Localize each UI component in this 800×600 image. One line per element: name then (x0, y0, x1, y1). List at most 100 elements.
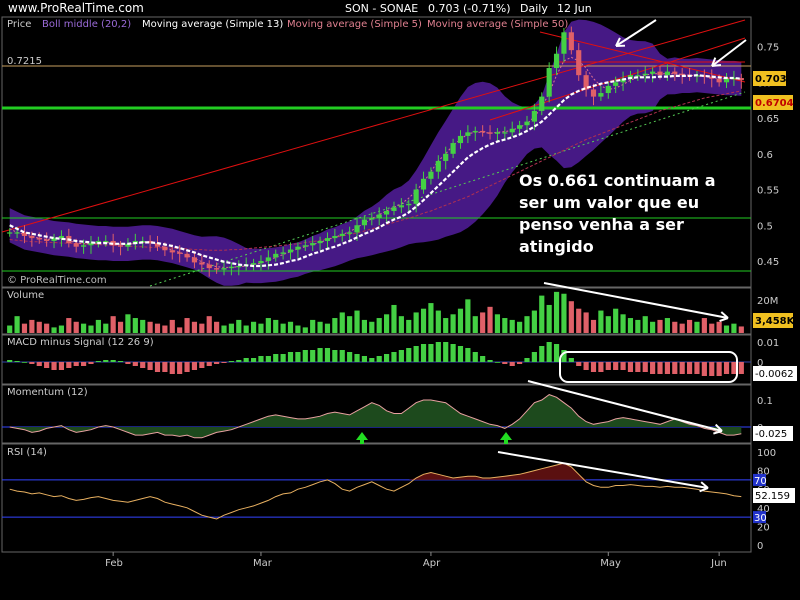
macd-bar (95, 361, 101, 362)
volume-bar (361, 319, 368, 333)
candle-body (14, 232, 20, 234)
macd-bar (236, 360, 242, 362)
macd-bar (472, 352, 478, 362)
price-badge: 0.703 (755, 74, 787, 85)
candle-body (81, 245, 87, 247)
volume-bar (332, 318, 338, 333)
volume-bar (723, 325, 730, 333)
legend-momentum: Momentum (12) (7, 387, 88, 398)
macd-bar (132, 362, 138, 366)
ticker-label: SON - SONAE (345, 2, 418, 15)
macd-bar (457, 346, 464, 362)
macd-bar (66, 362, 72, 368)
macd-badge: -0.0062 (755, 369, 794, 380)
candle-body (487, 132, 493, 134)
macd-bar (21, 362, 28, 363)
volume-bar (44, 323, 50, 333)
candle-body (295, 246, 301, 250)
price-panel: 0.450.50.550.60.650.70.75 (1, 19, 779, 287)
macd-bar (117, 361, 124, 362)
macd-bar (443, 342, 449, 362)
candle-body (635, 75, 641, 77)
candle-body (58, 235, 65, 239)
macd-bar (502, 362, 508, 364)
volume-bar (214, 321, 220, 333)
macd-bar (228, 361, 234, 362)
candle-body (7, 232, 13, 234)
macd-bar (627, 362, 634, 372)
candle-body (539, 96, 545, 111)
macd-bar (44, 362, 50, 368)
volume-bar (546, 304, 552, 333)
volume-tick-20m: 20M (757, 296, 778, 307)
macd-bar (258, 356, 264, 362)
macd-bar (214, 362, 220, 364)
macd-bar (36, 362, 42, 366)
candle-body (310, 243, 316, 246)
volume-bar (273, 319, 279, 333)
volume-bar (221, 325, 227, 333)
macd-bar (273, 354, 279, 362)
macd-bar (650, 362, 656, 374)
price-tick-label: 0.6 (757, 150, 773, 161)
candle-body (302, 245, 308, 247)
macd-bar (243, 358, 249, 362)
candle-body (376, 214, 382, 219)
volume-bar (576, 308, 582, 333)
candle-body (605, 85, 611, 94)
candle-body (332, 235, 338, 239)
macd-bar (302, 350, 308, 362)
macd-bar (191, 362, 198, 370)
rsi-badge: 52.159 (755, 491, 790, 502)
volume-panel (7, 282, 744, 333)
buy-signal-arrow (356, 432, 368, 444)
x-tick-label: Apr (423, 558, 441, 569)
candle-body (258, 260, 264, 264)
volume-bar (435, 310, 441, 333)
macd-bar (598, 362, 604, 372)
candle-body (457, 135, 464, 144)
macd-bar (576, 362, 582, 366)
level-badge: 0.6704 (755, 98, 794, 109)
volume-bar (147, 321, 153, 333)
date-label: 12 Jun (557, 2, 592, 15)
macd-bar (250, 358, 257, 362)
rsi-level-label: 30 (754, 513, 767, 524)
candle-body (553, 53, 560, 69)
rsi-level-label: 70 (754, 476, 767, 487)
macd-bar (206, 362, 212, 366)
macd-bar (354, 354, 360, 362)
macd-bar (672, 362, 678, 374)
candle-body (546, 68, 552, 97)
candle-body (435, 160, 441, 172)
legend-sma13: Moving average (Simple 13) (142, 19, 283, 30)
candle-body (716, 78, 722, 83)
price-tick-label: 0.65 (757, 114, 779, 125)
volume-bar (590, 319, 597, 333)
volume-bar (502, 318, 508, 333)
macd-bar (88, 362, 94, 364)
site-label: www.ProRealTime.com (8, 1, 144, 15)
macd-bar (383, 354, 390, 362)
candle-body (450, 143, 456, 154)
volume-bar (243, 325, 249, 333)
volume-bar (29, 319, 35, 333)
macd-bar (7, 360, 13, 362)
volume-bar (354, 310, 360, 333)
legend-boll: Boll middle (20,2) (42, 19, 131, 30)
macd-bar (568, 358, 574, 362)
volume-bar (694, 321, 700, 333)
volume-bar (302, 327, 308, 333)
annotation-line-4: atingido (519, 237, 594, 256)
macd-bar (524, 358, 530, 362)
candle-body (29, 235, 35, 239)
candle-body (576, 50, 582, 76)
macd-tick-label: 0.01 (757, 338, 779, 349)
macd-bar (435, 342, 441, 362)
buy-signal-arrow (500, 432, 512, 444)
volume-bar (88, 325, 94, 333)
x-tick-label: Jun (710, 558, 727, 569)
candle-body (265, 257, 271, 261)
volume-bar (509, 319, 515, 333)
volume-bar (103, 323, 109, 333)
